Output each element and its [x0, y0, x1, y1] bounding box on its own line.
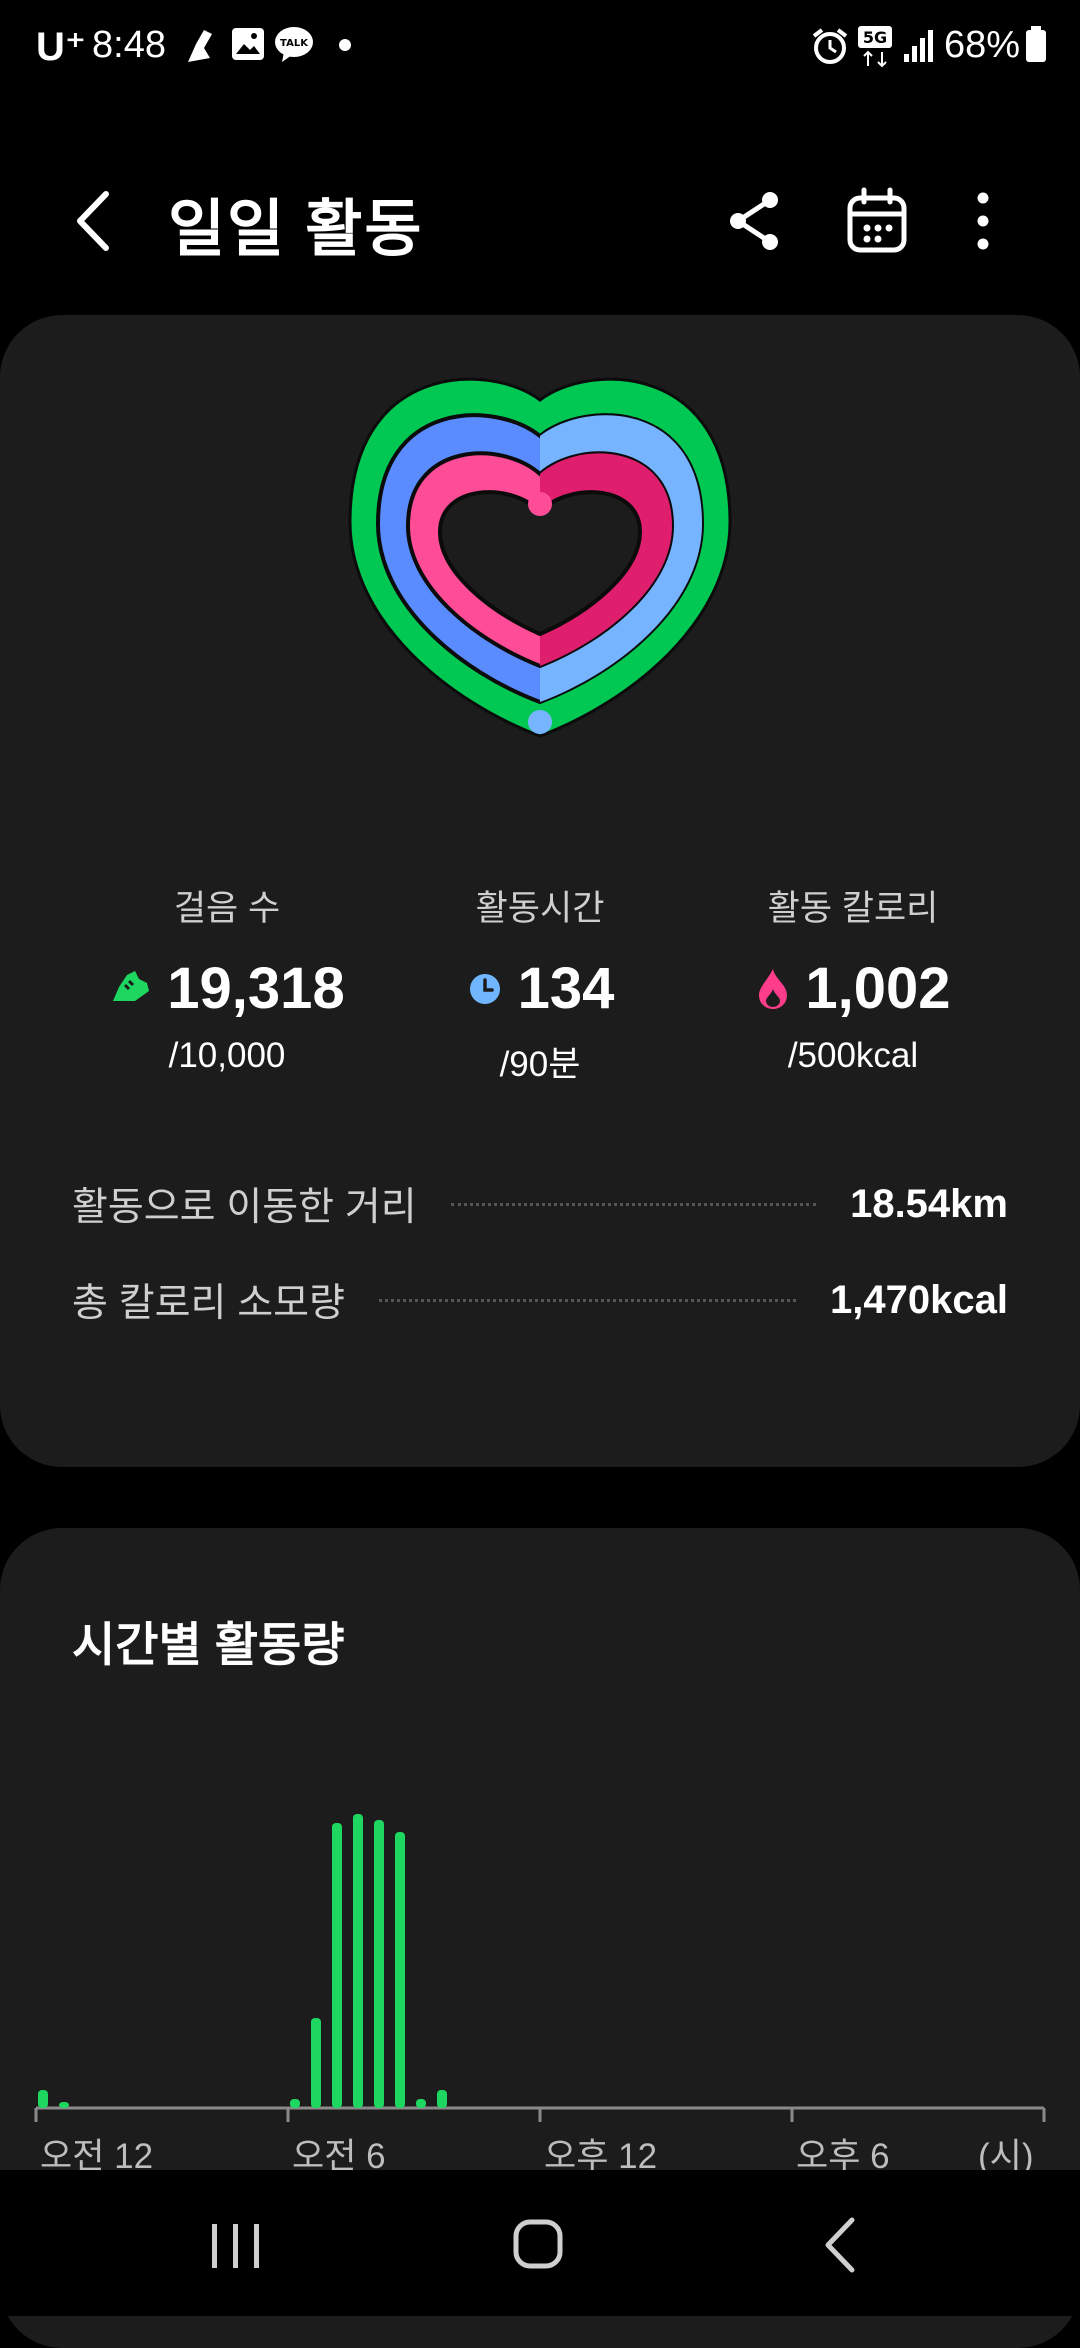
- signal-icon: [904, 30, 933, 62]
- health-app-icon: [188, 30, 212, 62]
- activity-bar: [38, 2090, 48, 2108]
- steps-value: 19,318: [167, 956, 345, 1021]
- chart-title: 시간별 활동량: [72, 1618, 345, 1671]
- steps-goal: /10,000: [168, 1036, 286, 1075]
- active-time-label: 활동시간: [475, 889, 605, 928]
- alarm-icon: [812, 28, 848, 64]
- dotted-leader: [450, 1202, 817, 1206]
- svg-text:5G: 5G: [863, 28, 887, 47]
- activity-bar: [437, 2090, 447, 2108]
- activity-bar: [311, 2018, 321, 2108]
- clock-time: 8:48: [92, 24, 166, 66]
- recent-apps-button[interactable]: [196, 2210, 276, 2280]
- active-calories-label: 활동 칼로리: [767, 889, 939, 928]
- active-time-goal: /90분: [499, 1045, 581, 1084]
- home-button[interactable]: [498, 2210, 578, 2280]
- page-title: 일일 활동: [168, 195, 424, 264]
- active-time-stat[interactable]: 활동시간 134 /90분: [385, 880, 695, 1087]
- status-bar: U⁺ 8:48 TALK 5G 68%: [0, 0, 1080, 95]
- activity-bar: [416, 2099, 426, 2108]
- battery-icon: [1026, 26, 1046, 62]
- more-options-button[interactable]: [948, 186, 1018, 256]
- svg-text:TALK: TALK: [280, 38, 309, 49]
- activity-rings-heart: [348, 377, 732, 738]
- active-time-value: 134: [517, 956, 615, 1021]
- steps-label: 걸음 수: [173, 889, 281, 928]
- activity-bar: [59, 2102, 69, 2108]
- distance-row: 활동으로 이동한 거리 18.54km: [72, 1174, 1008, 1234]
- gallery-icon: [232, 28, 264, 60]
- activity-bar: [353, 1814, 363, 2108]
- activity-bar: [395, 1832, 405, 2108]
- active-calories-stat[interactable]: 활동 칼로리 1,002 /500kcal: [698, 880, 1008, 1076]
- carrier-label: U⁺: [36, 25, 86, 69]
- active-calories-value: 1,002: [805, 956, 951, 1021]
- kakaotalk-icon: TALK: [275, 27, 313, 62]
- calendar-icon: [847, 187, 907, 253]
- share-button[interactable]: [720, 186, 790, 256]
- activity-bar: [374, 1820, 384, 2108]
- back-icon: [825, 2217, 855, 2273]
- more-vertical-icon: [977, 192, 989, 250]
- share-icon: [730, 192, 778, 250]
- hourly-activity-chart: [34, 1814, 1046, 2122]
- total-calories-value: 1,470kcal: [830, 1277, 1008, 1322]
- distance-label: 활동으로 이동한 거리: [72, 1186, 417, 1229]
- total-calories-row: 총 칼로리 소모량 1,470kcal: [72, 1270, 1008, 1330]
- calendar-button[interactable]: [842, 186, 912, 256]
- steps-stat[interactable]: 걸음 수 19,318 /10,000: [72, 880, 382, 1076]
- activity-bar: [290, 2099, 300, 2108]
- nav-back-button[interactable]: [800, 2210, 880, 2280]
- battery-percent: 68%: [944, 24, 1021, 66]
- dotted-leader: [378, 1298, 797, 1302]
- shoe-icon: [113, 970, 150, 1001]
- flame-icon: [759, 968, 788, 1009]
- network-5g-icon: 5G: [858, 26, 892, 68]
- distance-value: 18.54km: [850, 1181, 1008, 1226]
- navigation-bar: [0, 2170, 1080, 2316]
- recent-apps-icon: [212, 2224, 259, 2268]
- activity-bar: [332, 1823, 342, 2108]
- notification-dot-icon: [339, 39, 351, 51]
- back-button[interactable]: [62, 186, 122, 256]
- total-calories-label: 총 칼로리 소모량: [72, 1282, 345, 1325]
- active-calories-goal: /500kcal: [787, 1036, 919, 1075]
- clock-icon: [469, 973, 500, 1004]
- home-icon: [513, 2219, 563, 2269]
